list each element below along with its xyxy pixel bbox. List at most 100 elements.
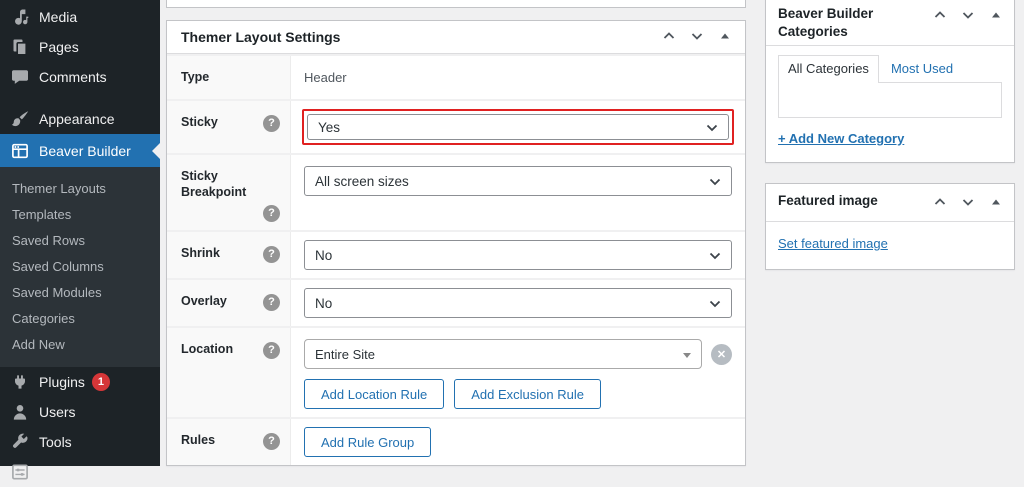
triangle-up-icon: [990, 9, 1002, 24]
settings-icon: [10, 462, 30, 482]
help-icon[interactable]: ?: [263, 115, 280, 132]
location-select[interactable]: Entire Site: [304, 339, 702, 369]
sidebar-subitem-saved-columns[interactable]: Saved Columns: [0, 253, 160, 279]
selected-option: Yes: [318, 120, 340, 135]
triangle-down-icon: [683, 353, 691, 358]
sidebar-item-pages[interactable]: Pages: [0, 32, 160, 62]
sticky-breakpoint-value-cell: All screen sizes: [291, 155, 745, 230]
add-rule-group-button[interactable]: Add Rule Group: [304, 427, 431, 457]
chevron-down-icon: [707, 296, 723, 315]
sidebar-item-plugins[interactable]: Plugins 1: [0, 367, 160, 397]
location-value-cell: Entire Site ✕ Add Location Rule Add Excl…: [291, 328, 745, 417]
sidebar-item-settings[interactable]: Settings: [0, 457, 160, 487]
collapse-toggle-button[interactable]: [982, 3, 1010, 29]
sticky-value-cell: Yes: [291, 101, 745, 153]
overlay-value-cell: No: [291, 280, 745, 326]
move-up-button[interactable]: [926, 190, 954, 216]
selected-option: All screen sizes: [315, 174, 409, 189]
sidebar-item-comments[interactable]: Comments: [0, 62, 160, 92]
sidebar-item-tools[interactable]: Tools: [0, 427, 160, 457]
users-icon: [10, 402, 30, 422]
sidebar-subitem-add-new[interactable]: Add New: [0, 331, 160, 357]
menu-separator: [0, 92, 160, 104]
appearance-icon: [10, 109, 30, 129]
help-icon[interactable]: ?: [263, 246, 280, 263]
chevron-down-icon: [707, 174, 723, 193]
chevron-down-icon: [689, 28, 705, 47]
sticky-breakpoint-select[interactable]: All screen sizes: [304, 166, 732, 196]
field-label: Shrink: [181, 246, 220, 262]
sidebar-item-label: Tools: [39, 434, 72, 450]
chevron-up-icon: [661, 28, 677, 47]
update-count-badge: 1: [92, 373, 110, 391]
sticky-row: Sticky ? Yes: [167, 99, 745, 153]
selected-option: Entire Site: [315, 347, 375, 362]
type-value-cell: Header: [291, 56, 745, 99]
featured-image-metabox: Featured image Set featured image: [765, 183, 1015, 270]
collapse-toggle-button[interactable]: [982, 190, 1010, 216]
sidebar-subitem-themer-layouts[interactable]: Themer Layouts: [0, 175, 160, 201]
sidebar-subitem-saved-rows[interactable]: Saved Rows: [0, 227, 160, 253]
sidebar-subitem-categories[interactable]: Categories: [0, 305, 160, 331]
previous-metabox-edge: [166, 0, 746, 8]
sidebar-item-label: Users: [39, 404, 76, 420]
add-new-category-link[interactable]: + Add New Category: [778, 131, 904, 146]
set-featured-image-link[interactable]: Set featured image: [778, 236, 888, 251]
plugins-icon: [10, 372, 30, 392]
help-icon[interactable]: ?: [263, 342, 280, 359]
media-icon: [10, 7, 30, 27]
sidebar-item-appearance[interactable]: Appearance: [0, 104, 160, 134]
sidebar-subitem-saved-modules[interactable]: Saved Modules: [0, 279, 160, 305]
move-down-button[interactable]: [683, 24, 711, 50]
help-icon[interactable]: ?: [263, 294, 280, 311]
metabox-header: Featured image: [766, 184, 1014, 222]
rules-label-cell: Rules ?: [167, 419, 291, 465]
help-icon[interactable]: ?: [263, 433, 280, 450]
category-tabs: All Categories Most Used: [778, 55, 1002, 83]
sidebar-item-label: Comments: [39, 69, 107, 85]
metabox-title: Beaver Builder Categories: [778, 3, 926, 40]
sidebar-item-media[interactable]: Media: [0, 2, 160, 32]
selected-option: No: [315, 296, 332, 311]
type-label-cell: Type: [167, 56, 291, 99]
sticky-select[interactable]: Yes: [307, 114, 729, 140]
overlay-select[interactable]: No: [304, 288, 732, 318]
chevron-down-icon: [704, 120, 720, 139]
move-up-button[interactable]: [655, 24, 683, 50]
field-label: Type: [181, 70, 209, 86]
add-location-rule-button[interactable]: Add Location Rule: [304, 379, 444, 409]
move-up-button[interactable]: [926, 3, 954, 29]
move-down-button[interactable]: [954, 190, 982, 216]
add-exclusion-rule-button[interactable]: Add Exclusion Rule: [454, 379, 601, 409]
sticky-label-cell: Sticky ?: [167, 101, 291, 153]
bb-categories-metabox: Beaver Builder Categories All Categories…: [765, 0, 1015, 163]
overlay-label-cell: Overlay ?: [167, 280, 291, 326]
overlay-row: Overlay ? No: [167, 278, 745, 326]
category-list-box[interactable]: [778, 82, 1002, 118]
sidebar-item-users[interactable]: Users: [0, 397, 160, 427]
sidebar-item-label: Media: [39, 9, 77, 25]
chevron-up-icon: [932, 194, 948, 213]
sidebar-item-beaver-builder[interactable]: Beaver Builder: [0, 134, 160, 167]
remove-location-icon[interactable]: ✕: [711, 344, 732, 365]
shrink-select[interactable]: No: [304, 240, 732, 270]
triangle-up-icon: [719, 30, 731, 45]
tab-most-used[interactable]: Most Used: [879, 56, 965, 83]
sidebar-item-label: Plugins: [39, 374, 85, 390]
sidebar-subitem-templates[interactable]: Templates: [0, 201, 160, 227]
highlight-red-box: Yes: [302, 109, 734, 145]
triangle-up-icon: [990, 196, 1002, 211]
help-icon[interactable]: ?: [263, 205, 280, 222]
chevron-down-icon: [960, 194, 976, 213]
admin-sidebar: Media Pages Comments Appearance Beaver B…: [0, 0, 160, 466]
metabox-header: Beaver Builder Categories: [766, 0, 1014, 46]
tools-icon: [10, 432, 30, 452]
chevron-down-icon: [960, 7, 976, 26]
tab-all-categories[interactable]: All Categories: [778, 55, 879, 83]
move-down-button[interactable]: [954, 3, 982, 29]
comments-icon: [10, 67, 30, 87]
field-label: Sticky Breakpoint: [181, 169, 280, 200]
sidebar-item-label: Appearance: [39, 111, 115, 127]
collapse-toggle-button[interactable]: [711, 24, 739, 50]
metabox-title: Featured image: [778, 190, 926, 210]
